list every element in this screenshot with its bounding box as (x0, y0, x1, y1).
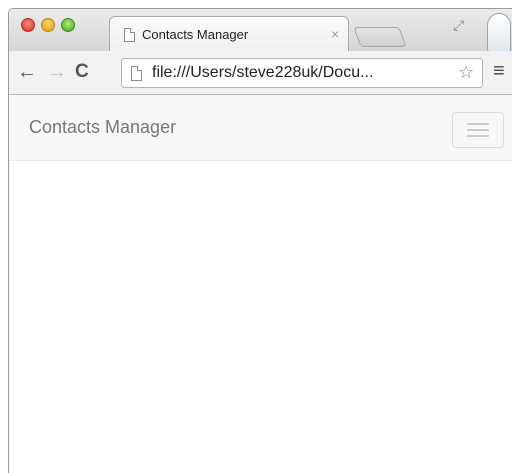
minimize-window-button[interactable] (41, 18, 55, 32)
title-bar: Contacts Manager × ⤢ (9, 9, 512, 53)
zoom-window-button[interactable] (61, 18, 75, 32)
menu-icon[interactable]: ≡ (493, 59, 505, 83)
browser-toolbar: ← → C file:///Users/steve228uk/Docu... ☆… (9, 51, 512, 95)
navbar-toggle-button[interactable] (452, 112, 504, 148)
hamburger-bar-icon (467, 129, 489, 131)
tab-title: Contacts Manager (142, 27, 249, 42)
profile-icon[interactable] (487, 13, 511, 53)
hamburger-bar-icon (467, 123, 489, 125)
fullscreen-icon[interactable]: ⤢ (453, 17, 464, 34)
address-bar[interactable]: file:///Users/steve228uk/Docu... ☆ (121, 58, 483, 88)
new-tab-button[interactable] (353, 27, 407, 47)
navbar-brand[interactable]: Contacts Manager (29, 117, 176, 138)
hamburger-bar-icon (467, 135, 489, 137)
url-text[interactable]: file:///Users/steve228uk/Docu... (152, 64, 373, 82)
close-window-button[interactable] (21, 18, 35, 32)
browser-window: Contacts Manager × ⤢ ← → C file:///Users… (8, 8, 512, 473)
app-navbar: Contacts Manager (9, 95, 512, 161)
page-content (9, 161, 512, 473)
bookmark-star-icon[interactable]: ☆ (458, 62, 474, 83)
forward-button[interactable]: → (47, 58, 67, 86)
back-button[interactable]: ← (17, 58, 37, 86)
page-icon (131, 66, 142, 81)
page-icon (124, 28, 135, 42)
reload-button[interactable]: C (75, 58, 89, 86)
tab-close-icon[interactable]: × (331, 26, 339, 42)
browser-tab[interactable]: Contacts Manager × (109, 16, 349, 52)
